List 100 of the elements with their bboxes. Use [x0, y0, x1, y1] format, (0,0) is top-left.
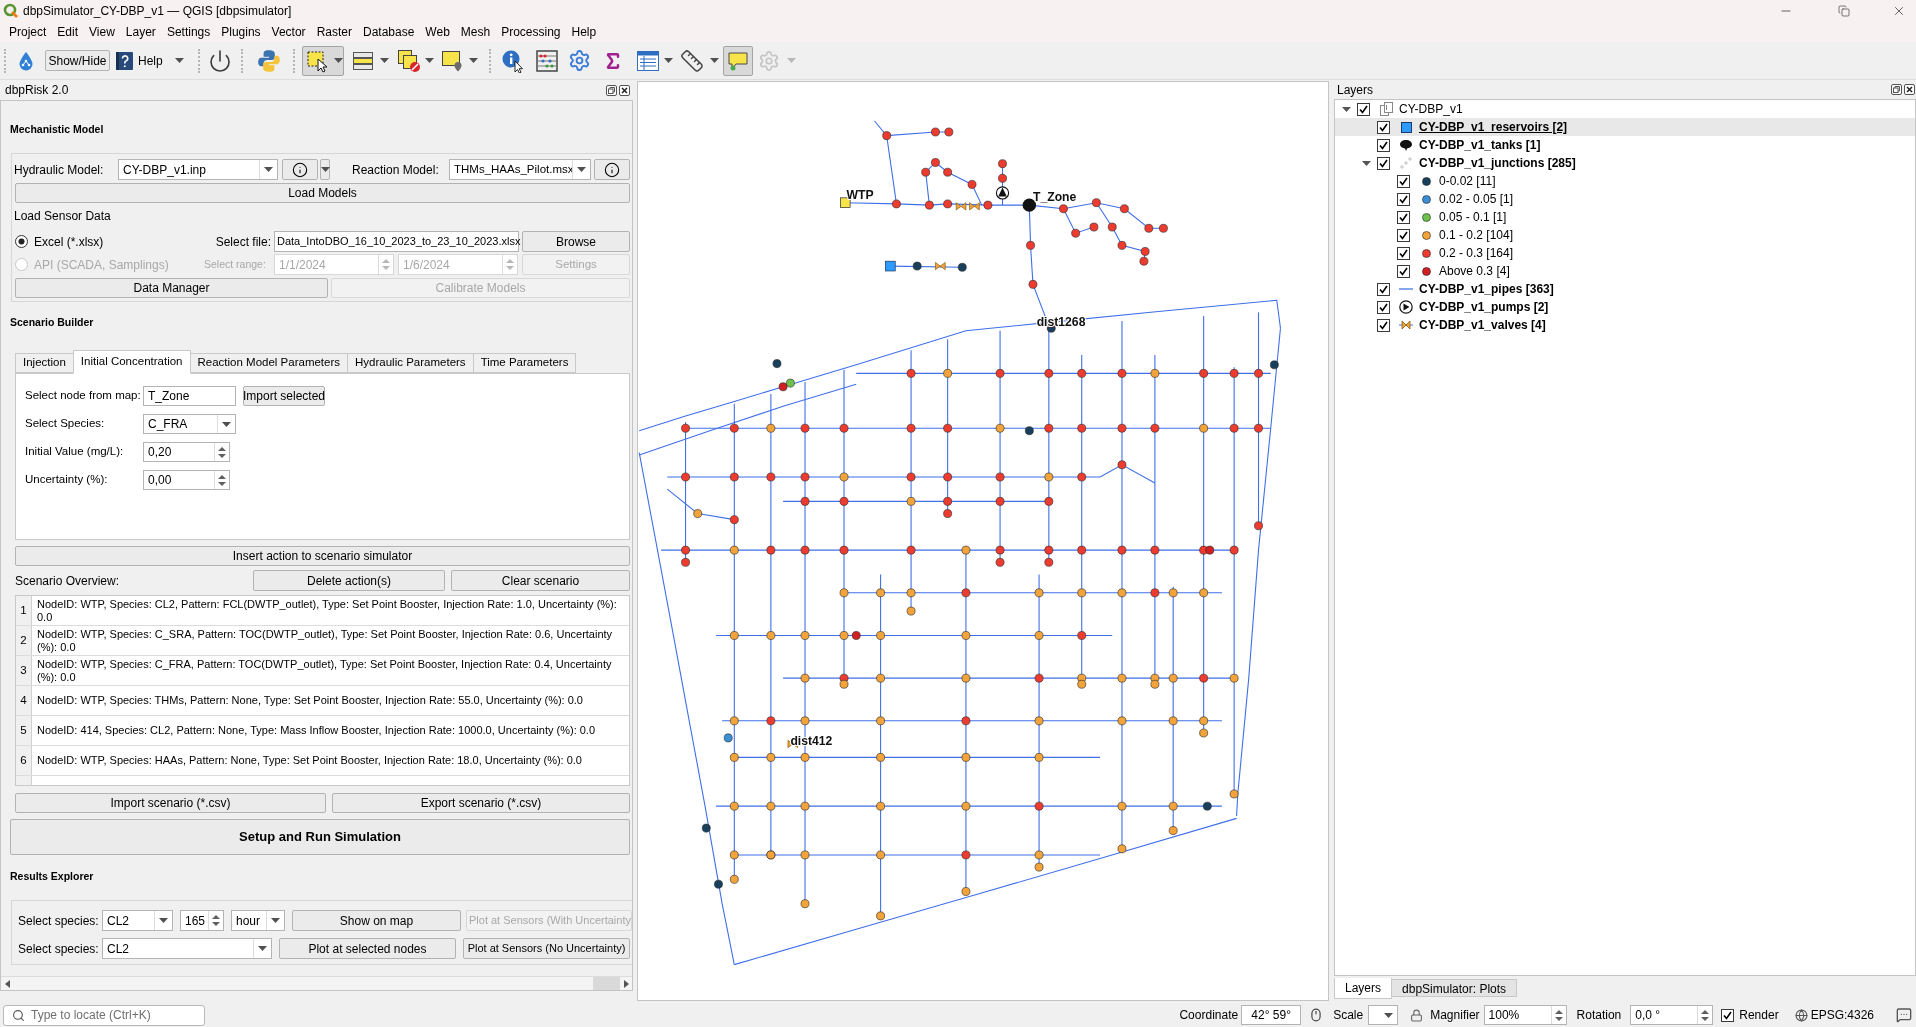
- menu-item[interactable]: Plugins: [221, 22, 261, 41]
- table-cell[interactable]: NodeID: WTP, Species: THMs, Pattern: None, Type: Set Point Booster, Injection Rate: 55.0, Uncertainty (%): 0.0: [32, 686, 629, 715]
- attribute-select-icon[interactable]: [352, 49, 374, 72]
- file-path-field[interactable]: Data_IntoDBO_16_10_2023_to_23_10_2023.xlsx: [274, 231, 519, 252]
- expand-arrow-icon[interactable]: [1362, 158, 1371, 168]
- spin-box[interactable]: 0,20: [143, 442, 230, 462]
- scale-dropdown[interactable]: [1368, 1005, 1399, 1025]
- dropdown[interactable]: C_FRA: [143, 414, 236, 434]
- spin-arrows-icon[interactable]: [1554, 1008, 1563, 1022]
- import-selected-button[interactable]: Import selected: [243, 386, 325, 406]
- caret-icon[interactable]: [425, 58, 434, 63]
- checkbox[interactable]: [1377, 318, 1390, 332]
- checkbox[interactable]: [1377, 120, 1390, 134]
- magnifier-field[interactable]: 100%: [1483, 1005, 1567, 1025]
- settings-icon[interactable]: [568, 49, 591, 72]
- toolbar-grip[interactable]: [241, 48, 244, 73]
- dropdown[interactable]: CL2: [102, 910, 173, 931]
- layer-name[interactable]: 0.1 - 0.2 [104]: [1439, 226, 1514, 244]
- text-field[interactable]: T_Zone: [143, 386, 236, 406]
- expand-arrow-icon[interactable]: [1342, 104, 1351, 114]
- checkbox[interactable]: [1397, 246, 1410, 260]
- layer-name[interactable]: 0.05 - 0.1 [1]: [1439, 208, 1507, 226]
- layer-name[interactable]: CY-DBP_v1_valves [4]: [1419, 316, 1546, 334]
- dropdown-button[interactable]: [320, 159, 330, 180]
- table-cell[interactable]: NodeID: WTP, Species: C_FRA, Pattern: TOC(DWTP_outlet), Type: Set Point Booster, Injection Rate: 0.4, Uncertainty (%): 0.0: [32, 656, 629, 685]
- layer-name[interactable]: CY-DBP_v1: [1399, 100, 1463, 118]
- checkbox[interactable]: [1397, 210, 1410, 224]
- row-number[interactable]: 5: [16, 716, 32, 745]
- spin-box[interactable]: 165: [180, 910, 224, 931]
- caret-icon[interactable]: [710, 58, 719, 63]
- layer-name[interactable]: 0.02 - 0.05 [1]: [1439, 190, 1514, 208]
- checkbox[interactable]: [1397, 264, 1410, 278]
- spin-arrows-icon[interactable]: [212, 914, 220, 927]
- close-icon[interactable]: [619, 84, 630, 96]
- highlighted-row[interactable]: CY-DBP_v1_reservoirs [2]: [1335, 118, 1915, 136]
- load-models-button[interactable]: Load Models: [15, 183, 630, 203]
- show-on-map-button[interactable]: Show on map: [292, 910, 461, 931]
- info-button[interactable]: [594, 159, 630, 180]
- dropdown[interactable]: hour: [231, 910, 285, 931]
- dropdown[interactable]: CY-DBP_v1.inp: [118, 159, 278, 180]
- spin-arrows-icon[interactable]: [1701, 1008, 1710, 1022]
- tab[interactable]: Layers: [1334, 978, 1393, 999]
- layer-name[interactable]: 0-0.02 [11]: [1439, 172, 1496, 190]
- table-cell[interactable]: NodeID: WTP, Species: CL2, Pattern: FCL(DWTP_outlet), Type: Set Point Booster, Injection Rate: 1.0, Uncertainty (%): 0.0: [32, 596, 629, 625]
- deselect-icon[interactable]: [397, 48, 421, 73]
- checkbox[interactable]: [1377, 282, 1390, 296]
- plot-selected-nodes-button[interactable]: Plot at selected nodes: [279, 938, 456, 959]
- menu-item[interactable]: Project: [9, 22, 47, 41]
- caret-icon[interactable]: [175, 58, 184, 63]
- spin-box[interactable]: 0,00: [143, 470, 230, 490]
- toolbar-grip[interactable]: [4, 48, 7, 73]
- tab[interactable]: dbpSimulator: Plots: [1391, 979, 1518, 997]
- tab[interactable]: Reaction Model Parameters: [189, 353, 349, 373]
- run-simulation-button[interactable]: Setup and Run Simulation: [10, 819, 630, 855]
- menu-item[interactable]: Vector: [271, 22, 306, 41]
- show-hide-button[interactable]: Show/Hide: [45, 50, 110, 71]
- menu-item[interactable]: Raster: [316, 22, 352, 41]
- scroll-right-icon[interactable]: [624, 979, 629, 988]
- layer-name[interactable]: CY-DBP_v1_junctions [285]: [1419, 154, 1576, 172]
- export-scenario-button[interactable]: Export scenario (*.csv): [332, 793, 630, 813]
- dropdown[interactable]: CL2: [102, 938, 272, 959]
- tab[interactable]: Injection: [15, 353, 74, 373]
- rotation-field[interactable]: 0,0 °: [1630, 1005, 1714, 1025]
- checkbox[interactable]: [1357, 102, 1370, 116]
- row-number[interactable]: 3: [16, 656, 32, 685]
- layer-name[interactable]: CY-DBP_v1_pumps [2]: [1419, 298, 1549, 316]
- layer-name[interactable]: Above 0.3 [4]: [1439, 262, 1510, 280]
- checkbox[interactable]: [1377, 300, 1390, 314]
- radio-label[interactable]: Excel (*.xlsx): [34, 232, 104, 251]
- toolbar-grip[interactable]: [198, 48, 201, 73]
- menu-item[interactable]: Mesh: [460, 22, 491, 41]
- float-icon[interactable]: [606, 84, 617, 96]
- restore-icon[interactable]: [1838, 4, 1850, 17]
- caret-icon[interactable]: [664, 58, 673, 63]
- tab[interactable]: Initial Concentration: [72, 350, 191, 374]
- layer-name[interactable]: CY-DBP_v1_pipes [363]: [1419, 280, 1554, 298]
- layer-name[interactable]: CY-DBP_v1_reservoirs [2]: [1419, 118, 1568, 136]
- spin-arrows-icon[interactable]: [218, 473, 226, 487]
- delete-actions-button[interactable]: Delete action(s): [253, 570, 445, 591]
- mouse-icon[interactable]: [1309, 1008, 1324, 1022]
- menu-item[interactable]: Processing: [501, 22, 561, 41]
- caret-icon[interactable]: [380, 58, 389, 63]
- tab[interactable]: Hydraulic Parameters: [347, 353, 474, 373]
- row-number[interactable]: 4: [16, 686, 32, 715]
- help-button[interactable]: Help: [115, 48, 165, 73]
- insert-action-button[interactable]: Insert action to scenario simulator: [15, 546, 630, 566]
- spin-arrows-icon[interactable]: [218, 445, 226, 459]
- table-icon[interactable]: [636, 49, 660, 72]
- checkbox[interactable]: [1397, 228, 1410, 242]
- globe-icon[interactable]: [1794, 1008, 1808, 1022]
- clear-scenario-button[interactable]: Clear scenario: [451, 570, 630, 591]
- horizontal-scrollbar[interactable]: [1, 976, 632, 990]
- float-icon[interactable]: [1891, 84, 1902, 95]
- tab[interactable]: Time Parameters: [472, 353, 577, 373]
- radio-button[interactable]: [15, 235, 28, 248]
- layer-name[interactable]: CY-DBP_v1_tanks [1]: [1419, 136, 1541, 154]
- select-tool-button[interactable]: [302, 45, 344, 76]
- python-icon[interactable]: [256, 47, 282, 74]
- info-button[interactable]: [282, 159, 318, 180]
- ruler-icon[interactable]: [680, 48, 704, 73]
